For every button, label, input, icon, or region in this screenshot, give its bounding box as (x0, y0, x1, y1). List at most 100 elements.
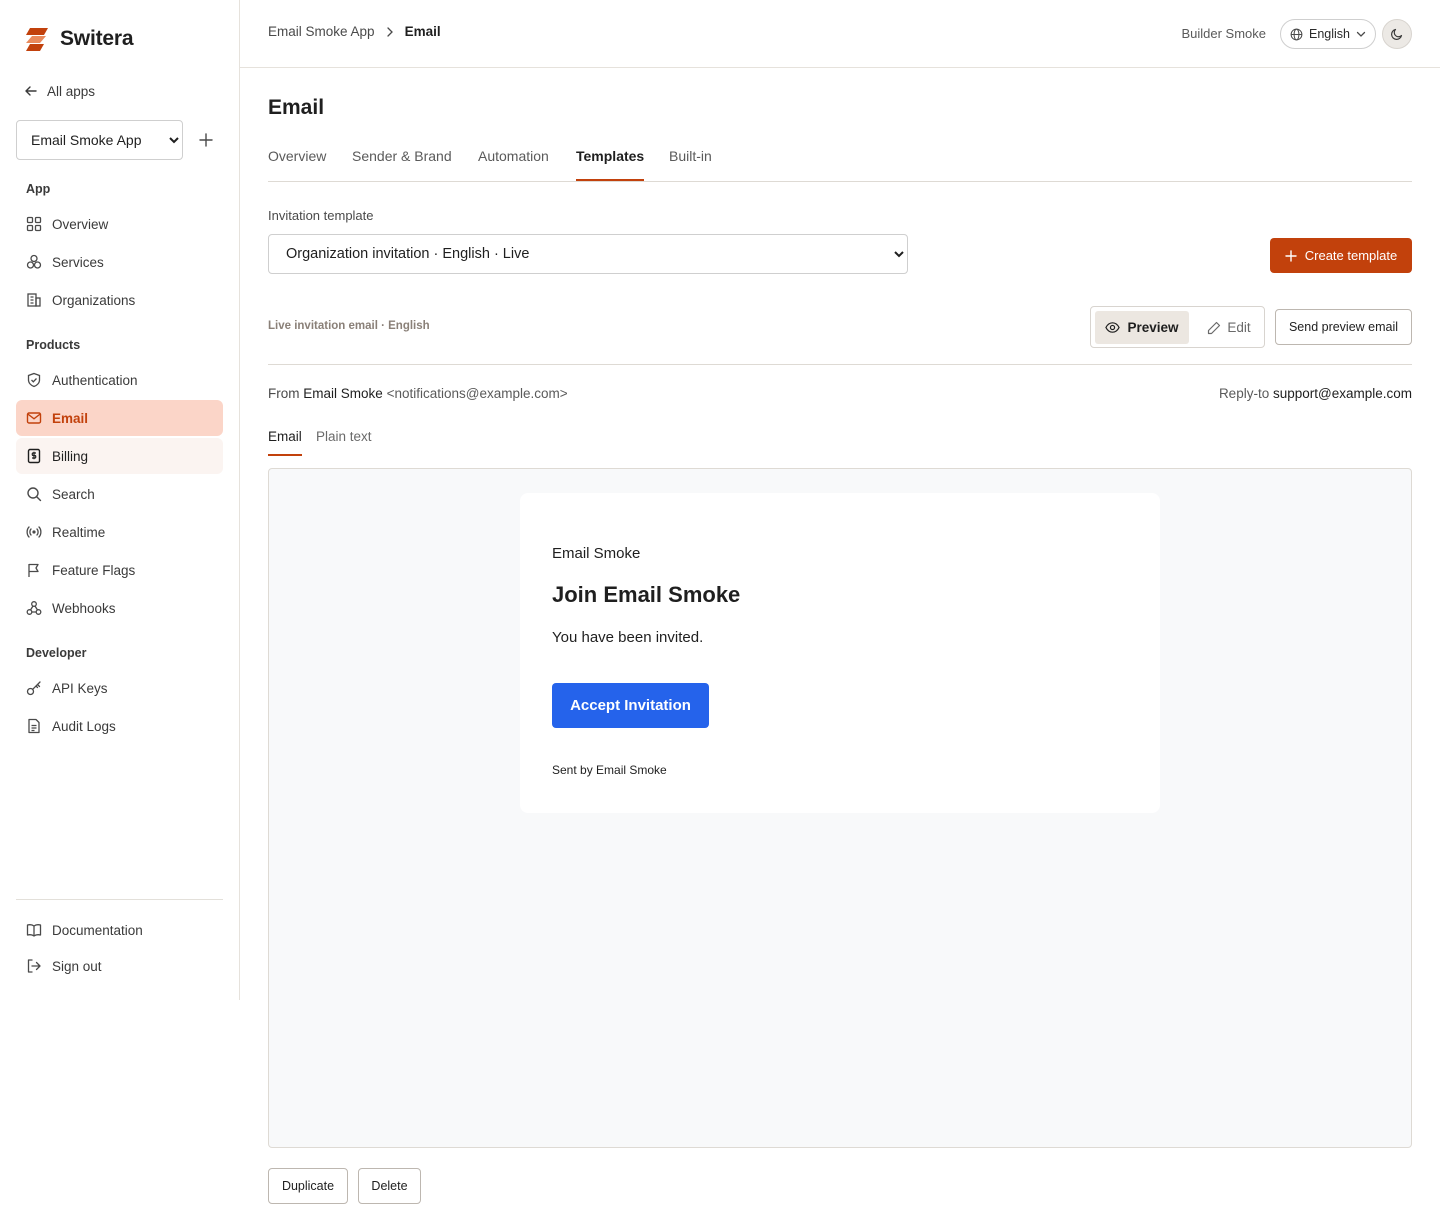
reply-to-address: support@example.com (1272, 386, 1412, 401)
from-name: Email Smoke (303, 386, 383, 401)
tab-email-view[interactable]: Email (268, 429, 302, 456)
sidebar-item-label: API Keys (52, 680, 108, 696)
preview-mode-button[interactable]: Preview (1095, 311, 1189, 344)
template-select-label: Invitation template (268, 208, 374, 223)
sidebar-item-label: Documentation (52, 922, 143, 938)
from-line: From Email Smoke <notifications@example.… (268, 386, 568, 401)
view-mode-toggle: Preview Edit (1090, 306, 1265, 348)
sidebar-item-audit-logs[interactable]: Audit Logs (16, 708, 223, 744)
switera-logo-icon (26, 28, 48, 51)
from-address: <notifications@example.com> (386, 386, 568, 401)
eye-icon (1105, 322, 1121, 333)
email-heading: Join Email Smoke (552, 582, 741, 607)
send-preview-email-button[interactable]: Send preview email (1275, 309, 1412, 345)
delete-button[interactable]: Delete (358, 1168, 421, 1204)
edit-label: Edit (1227, 320, 1251, 335)
sidebar-item-label: Email (52, 410, 89, 426)
reply-to-prefix: Reply-to (1218, 386, 1270, 401)
chevron-down-icon (1356, 31, 1366, 37)
sidebar-item-documentation[interactable]: Documentation (16, 912, 223, 948)
log-out-icon (26, 958, 42, 974)
create-template-button[interactable]: Create template (1270, 238, 1412, 273)
sidebar-item-email[interactable]: Email (16, 400, 223, 436)
app-select[interactable]: Email Smoke App (16, 120, 183, 160)
moon-icon (1391, 28, 1403, 40)
sidebar-item-label: Feature Flags (52, 562, 136, 578)
tab-built-in[interactable]: Built-in (669, 148, 712, 181)
section-divider (268, 364, 1412, 365)
sidebar-item-organizations[interactable]: Organizations (16, 282, 223, 318)
email-card: Email Smoke Join Email Smoke You have be… (520, 493, 1160, 813)
tab-templates[interactable]: Templates (576, 148, 645, 181)
top-bar: Email Smoke App Email Builder Smoke Engl… (240, 0, 1440, 68)
globe-icon (1290, 28, 1303, 40)
add-app-button[interactable] (195, 129, 217, 151)
plus-icon (199, 133, 213, 147)
all-apps-link[interactable]: All apps (24, 80, 95, 102)
section-label-developer: Developer (26, 646, 87, 660)
sidebar-item-services[interactable]: Services (16, 244, 223, 280)
chevron-right-icon (386, 26, 393, 37)
template-select[interactable]: Organization invitation · English · Live (268, 234, 908, 274)
sidebar-item-webhooks[interactable]: Webhooks (16, 590, 223, 626)
file-text-icon (26, 718, 42, 734)
sidebar-item-realtime[interactable]: Realtime (16, 514, 223, 550)
arrow-left-icon (25, 86, 37, 96)
page-tabs: Overview Sender & Brand Automation Templ… (268, 140, 1412, 182)
key-icon (26, 680, 42, 696)
tab-overview[interactable]: Overview (268, 148, 326, 181)
duplicate-button[interactable]: Duplicate (268, 1168, 348, 1204)
brand[interactable]: Switera (24, 26, 134, 52)
reply-to-line: Reply-to support@example.com (1219, 386, 1412, 401)
edit-mode-button[interactable]: Edit (1199, 311, 1259, 344)
user-name[interactable]: Builder Smoke (1181, 26, 1266, 41)
sidebar-item-label: Billing (52, 448, 89, 464)
language-label: English (1309, 27, 1350, 41)
pencil-icon (1208, 321, 1221, 334)
radio-waves-icon (26, 524, 42, 540)
mail-icon (26, 410, 42, 426)
webhook-icon (26, 600, 42, 616)
sidebar-item-label: Audit Logs (52, 718, 116, 734)
language-switcher[interactable]: English (1280, 19, 1376, 49)
sidebar: Switera All apps Email Smoke App App Ove… (0, 0, 240, 1000)
tab-plain-text-view[interactable]: Plain text (316, 429, 372, 456)
search-icon (26, 486, 42, 502)
sidebar-item-authentication[interactable]: Authentication (16, 362, 223, 398)
flag-icon (26, 562, 42, 578)
sidebar-item-sign-out[interactable]: Sign out (16, 948, 223, 984)
preview-label: Preview (1127, 320, 1179, 335)
layout-grid-icon (26, 216, 42, 232)
page-title: Email (268, 96, 325, 119)
building-icon (26, 292, 42, 308)
sidebar-item-label: Webhooks (52, 600, 116, 616)
theme-toggle-button[interactable] (1382, 19, 1412, 49)
sidebar-item-search[interactable]: Search (16, 476, 223, 512)
sidebar-item-api-keys[interactable]: API Keys (16, 670, 223, 706)
book-open-icon (26, 922, 42, 938)
accept-invitation-button[interactable]: Accept Invitation (552, 683, 709, 728)
tab-sender-brand[interactable]: Sender & Brand (352, 148, 452, 181)
tab-automation[interactable]: Automation (478, 148, 549, 181)
sidebar-item-label: Organizations (52, 292, 136, 308)
email-preview-frame: Email Smoke Join Email Smoke You have be… (268, 468, 1412, 1148)
section-label-app: App (26, 182, 51, 196)
sidebar-divider (16, 899, 223, 900)
shield-check-icon (26, 372, 42, 388)
app-select-wrapper: Email Smoke App (16, 120, 183, 160)
email-brand: Email Smoke (552, 545, 641, 562)
sidebar-item-overview[interactable]: Overview (16, 206, 223, 242)
brand-name: Switera (60, 27, 134, 50)
sidebar-item-feature-flags[interactable]: Feature Flags (16, 552, 223, 588)
sidebar-item-billing[interactable]: Billing (16, 438, 223, 474)
breadcrumb: Email Smoke App Email (268, 24, 441, 39)
sidebar-item-label: Realtime (52, 524, 106, 540)
email-body: You have been invited. (552, 629, 704, 646)
sidebar-item-label: Authentication (52, 372, 138, 388)
sidebar-item-label: Overview (52, 216, 109, 232)
all-apps-label: All apps (47, 83, 96, 99)
template-status-label: Live invitation email · English (268, 320, 430, 332)
breadcrumb-current: Email (404, 24, 441, 39)
breadcrumb-app-link[interactable]: Email Smoke App (268, 24, 375, 39)
plus-icon (1285, 249, 1297, 262)
